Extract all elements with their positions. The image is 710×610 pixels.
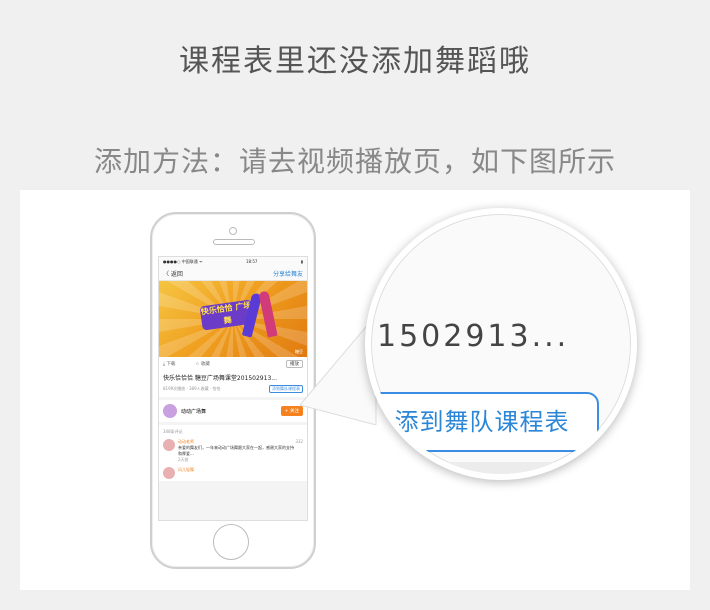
like-count[interactable]: 332 [295, 439, 303, 463]
magnified-title: 1502913... [377, 319, 570, 354]
camera-icon [229, 227, 237, 235]
instructions: 添加方法：请去视频播放页，如下图所示 [93, 145, 616, 178]
comment-item: 风儿轻舞 [159, 465, 307, 481]
clock: 18:57 [245, 259, 258, 264]
avatar [163, 439, 175, 451]
comment-author: 风儿轻舞 [178, 467, 194, 472]
avatar [163, 404, 177, 418]
page-title: 课程表里还没添加舞蹈哦 [179, 44, 531, 79]
illustration-card: ●●●●○ 中国联通 ᯤ 18:57 ▮ 〈 返回 分享给舞友 快乐恰恰 广场舞… [20, 190, 690, 590]
status-bar: ●●●●○ 中国联通 ᯤ 18:57 ▮ [159, 257, 307, 266]
home-button [213, 524, 249, 560]
phone-screen: ●●●●○ 中国联通 ᯤ 18:57 ▮ 〈 返回 分享给舞友 快乐恰恰 广场舞… [158, 256, 308, 521]
phone-mockup: ●●●●○ 中国联通 ᯤ 18:57 ▮ 〈 返回 分享给舞友 快乐恰恰 广场舞… [150, 212, 316, 569]
team-name: 动动广场舞 [181, 408, 207, 415]
favorite-button[interactable]: ☆ 收藏 [195, 361, 209, 367]
comment-count: 348条评论 [159, 425, 307, 437]
comment-text: 亲爱的舞友们，一年来动动广场舞跟大家在一起，感谢大家的支持和厚爱... [178, 445, 294, 456]
battery-icon: ▮ [300, 259, 303, 264]
video-stats: 8199次播放 · 389人收藏 · 恰恰 [163, 386, 221, 391]
video-meta: 8199次播放 · 389人收藏 · 恰恰 添到舞队课程表 [159, 382, 307, 397]
video-title: 快乐恰恰恰 糖豆广场舞课堂201502913... [159, 371, 307, 382]
speaker-icon [213, 239, 255, 245]
back-button[interactable]: 〈 返回 [163, 269, 183, 278]
download-button[interactable]: ⤓ 下载 [163, 361, 175, 367]
share-button[interactable]: 分享给舞友 [273, 269, 303, 278]
avatar [163, 467, 175, 479]
video-player[interactable]: 快乐恰恰 广场舞 糖豆 [159, 281, 307, 357]
nav-bar: 〈 返回 分享给舞友 [159, 266, 307, 281]
team-row: 动动广场舞 + 关注 [159, 400, 307, 422]
magnifier-callout: 1502913... 添到舞队课程表 [365, 208, 637, 480]
video-actions: ⤓ 下载 ☆ 收藏 播放 [159, 357, 307, 371]
comment-item: 动动老师 亲爱的舞友们，一年来动动广场舞跟大家在一起，感谢大家的支持和厚爱...… [159, 437, 307, 465]
add-to-schedule-button[interactable]: 添到舞队课程表 [371, 392, 599, 452]
comment-time: 2天前 [178, 457, 189, 462]
carrier-text: ●●●●○ 中国联通 ᯤ [163, 258, 203, 264]
divider [371, 462, 631, 474]
